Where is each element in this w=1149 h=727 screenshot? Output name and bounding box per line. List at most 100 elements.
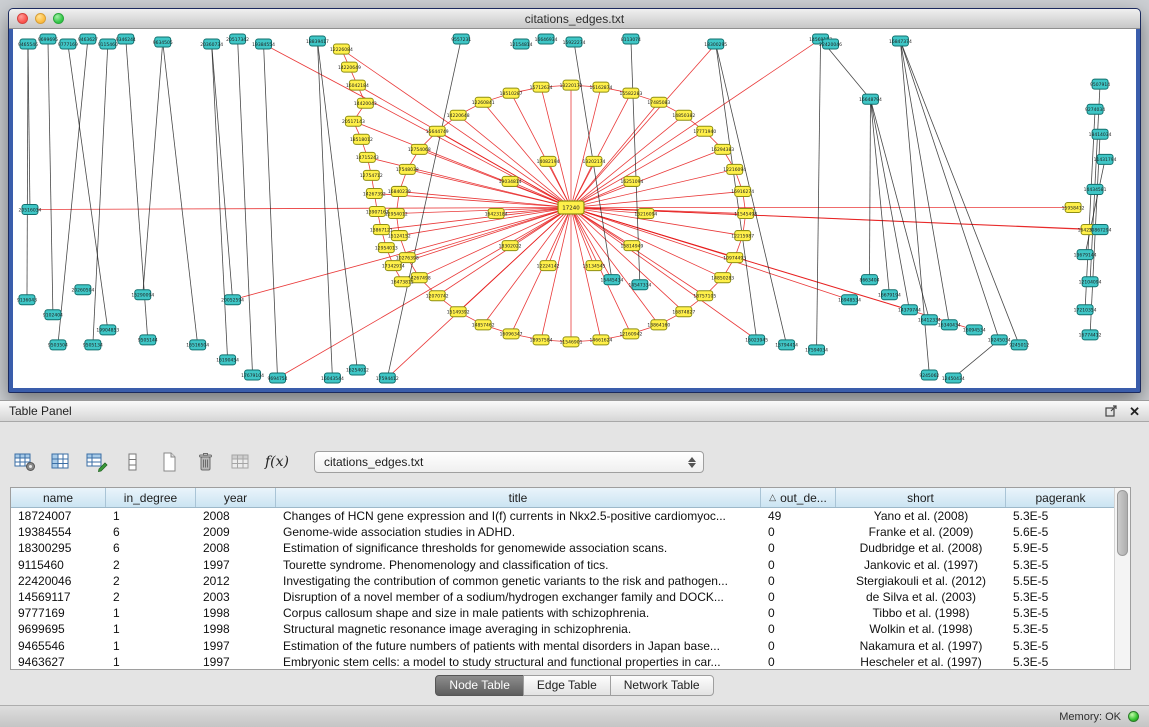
network-node[interactable]: 18300295 [704, 39, 727, 49]
network-node[interactable]: 16094534 [963, 325, 986, 335]
table-row[interactable]: 1456911722003Disruption of a novel membe… [11, 589, 1116, 605]
window-titlebar[interactable]: citations_edges.txt [9, 9, 1140, 29]
network-node[interactable]: 13867121 [370, 225, 393, 235]
network-node[interactable]: 18414034 [1089, 129, 1112, 139]
network-node[interactable]: 20360734 [200, 39, 223, 49]
table-row[interactable]: 2242004622012Investigating the contribut… [11, 573, 1116, 589]
network-node[interactable]: 19034814 [499, 176, 522, 186]
table-row[interactable]: 1938455462009Genome-wide association stu… [11, 524, 1116, 540]
edit-table-icon[interactable] [84, 450, 110, 474]
network-node[interactable]: 16516504 [186, 340, 209, 350]
row-tools-icon[interactable] [120, 450, 146, 474]
network-node[interactable]: 14420043 [354, 98, 377, 108]
network-node[interactable]: 16774412 [1079, 330, 1102, 340]
network-node[interactable]: 9505134 [83, 340, 103, 350]
network-node[interactable]: 9503504 [48, 340, 68, 350]
import-table-icon[interactable] [228, 450, 254, 474]
network-hub-node[interactable]: 17240 [558, 201, 584, 214]
function-builder-icon[interactable]: f(x) [264, 450, 290, 474]
network-node[interactable]: 22420046 [819, 39, 842, 49]
new-column-icon[interactable] [156, 450, 182, 474]
network-node[interactable]: 17485083 [647, 97, 670, 107]
network-node[interactable]: 16874827 [672, 307, 695, 317]
network-node[interactable]: 15712634 [530, 82, 553, 92]
network-node[interactable]: 12450434 [942, 373, 965, 383]
network-node[interactable]: 13794414 [775, 340, 798, 350]
network-node[interactable]: 9465546 [18, 39, 38, 49]
network-node[interactable]: 13864160 [647, 320, 670, 330]
network-node[interactable]: 16840239 [388, 186, 411, 196]
network-node[interactable]: 16251094 [620, 176, 643, 186]
network-node[interactable]: 16916274 [731, 186, 754, 196]
column-header-year[interactable]: year [196, 488, 276, 507]
network-node[interactable]: 9634505 [153, 37, 173, 47]
network-node[interactable]: 15445434 [601, 275, 624, 285]
network-node[interactable]: 18302022 [499, 241, 522, 251]
column-header-name[interactable]: name [11, 488, 106, 507]
network-node[interactable]: 16847374 [889, 36, 912, 46]
network-node[interactable]: 14267392 [363, 188, 386, 198]
network-node[interactable]: 18518012 [350, 134, 373, 144]
network-node[interactable]: 17771940 [693, 126, 716, 136]
network-node[interactable]: 18839417 [306, 36, 329, 46]
network-node[interactable]: 17210354 [1074, 305, 1097, 315]
close-button[interactable] [17, 13, 28, 24]
network-node[interactable]: 15134545 [583, 261, 606, 271]
network-node[interactable]: 12754068 [408, 144, 431, 154]
network-node[interactable]: 14850283 [711, 273, 734, 283]
network-node[interactable]: 9694754 [268, 373, 288, 383]
network-node[interactable]: 15922274 [563, 37, 586, 47]
network-node[interactable]: 18510287 [500, 88, 523, 98]
network-node[interactable]: 16473812 [391, 277, 414, 287]
network-node[interactable]: 14379744 [898, 305, 921, 315]
network-node[interactable]: 11545498 [734, 209, 757, 219]
table-row[interactable]: 1872400712008Changes of HCN gene express… [11, 508, 1116, 524]
network-node[interactable]: 20516034 [19, 204, 42, 214]
network-node[interactable]: 9505144 [138, 335, 158, 345]
network-node[interactable]: 15290094 [131, 290, 154, 300]
network-node[interactable]: 12215987 [731, 231, 754, 241]
network-node[interactable]: 16254012 [346, 365, 369, 375]
network-node[interactable]: 14547334 [628, 280, 651, 290]
network-node[interactable]: 9463627 [78, 34, 98, 44]
network-node[interactable]: 16648794 [859, 94, 882, 104]
network-node[interactable]: 14715243 [356, 152, 379, 162]
table-scrollbar[interactable] [1114, 488, 1130, 669]
column-header-out_de[interactable]: △out_de... [761, 488, 836, 507]
network-node[interactable]: 11546901 [560, 337, 583, 347]
table-row[interactable]: 911546021997Tourette syndrome. Phenomeno… [11, 557, 1116, 573]
network-canvas[interactable]: 1724011545498122159871097449314850283187… [13, 29, 1136, 388]
network-node[interactable]: 16948534 [838, 295, 861, 305]
network-node[interactable]: 16646934 [535, 34, 558, 44]
network-node[interactable]: 14857462 [472, 320, 495, 330]
network-node[interactable]: 17594034 [805, 345, 828, 355]
close-panel-icon[interactable]: ✕ [1129, 405, 1140, 418]
tab-edge-table[interactable]: Edge Table [523, 675, 611, 696]
network-node[interactable]: 20517342 [226, 34, 249, 44]
float-panel-icon[interactable] [1105, 405, 1118, 417]
network-node[interactable]: 9245062 [919, 370, 939, 380]
network-node[interactable]: 9507914 [1090, 79, 1110, 89]
network-node[interactable]: 17342914 [382, 261, 405, 271]
network-node[interactable]: 16096347 [500, 329, 523, 339]
network-node[interactable]: 15814949 [620, 241, 643, 251]
network-node[interactable]: 15582283 [619, 88, 642, 98]
network-node[interactable]: 13202174 [583, 156, 606, 166]
network-node[interactable]: 8663404 [859, 275, 879, 285]
network-node[interactable]: 17548038 [396, 164, 419, 174]
network-node[interactable]: 16679194 [878, 290, 901, 300]
network-node[interactable]: 9699695 [38, 34, 58, 44]
network-node[interactable]: 13679144 [1074, 250, 1097, 260]
zoom-button[interactable] [53, 13, 64, 24]
column-header-pagerank[interactable]: pagerank [1006, 488, 1116, 507]
table-settings-icon[interactable] [12, 450, 38, 474]
column-header-in_degree[interactable]: in_degree [106, 488, 196, 507]
network-node[interactable]: 12226084 [330, 44, 353, 54]
network-node[interactable]: 14220649 [338, 62, 361, 72]
network-node[interactable]: 19384554 [252, 39, 275, 49]
network-node[interactable]: 9136043 [17, 295, 37, 305]
network-node[interactable]: 18957584 [530, 335, 553, 345]
network-node[interactable]: 15149392 [447, 307, 470, 317]
network-node[interactable]: 12104094 [1079, 277, 1102, 287]
network-node[interactable]: 14082194 [537, 156, 560, 166]
